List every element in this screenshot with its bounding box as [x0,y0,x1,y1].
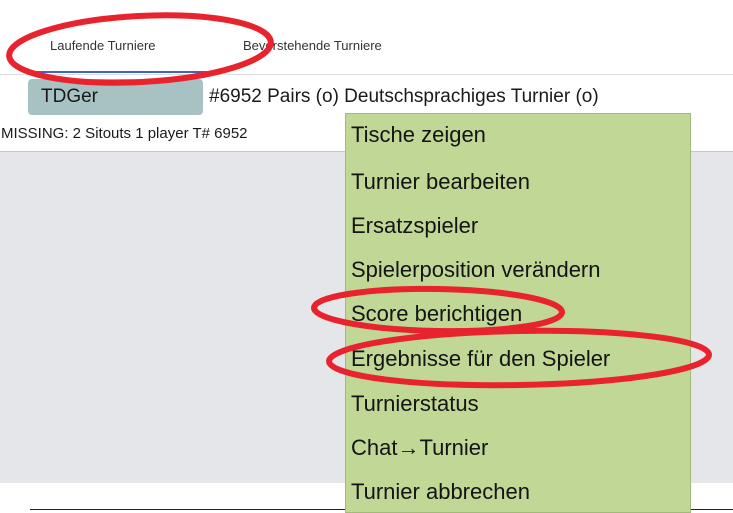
tournament-title[interactable]: #6952 Pairs (o) Deutschsprachiges Turnie… [209,86,599,108]
menu-item-tournament-status[interactable]: Turnierstatus [351,393,479,415]
menu-item-substitute[interactable]: Ersatzspieler [351,215,478,237]
menu-item-show-tables[interactable]: Tische zeigen [351,124,486,146]
tab-running-tournaments[interactable]: Laufende Turniere [50,38,156,53]
menu-item-change-player-position[interactable]: Spielerposition verändern [351,259,601,281]
menu-item-edit-tournament[interactable]: Turnier bearbeiten [351,171,530,193]
menu-item-correct-score[interactable]: Score berichtigen [351,303,522,325]
missing-players-status: MISSING: 2 Sitouts 1 player T# 6952 [1,125,248,142]
active-tab-indicator [35,71,217,73]
menu-item-chat-tournament[interactable]: Chat→Turnier [351,437,488,459]
menu-item-player-results[interactable]: Ergebnisse für den Spieler [351,348,610,370]
tab-bar: Laufende Turniere Bevorstehende Turniere [0,0,733,74]
tournament-context-menu: Tische zeigen Turnier bearbeiten Ersatzs… [345,113,691,513]
header-divider [0,74,733,75]
tab-upcoming-tournaments[interactable]: Bevorstehende Turniere [243,38,382,53]
director-name[interactable]: TDGer [41,86,98,108]
menu-item-abort-tournament[interactable]: Turnier abbrechen [351,481,530,503]
